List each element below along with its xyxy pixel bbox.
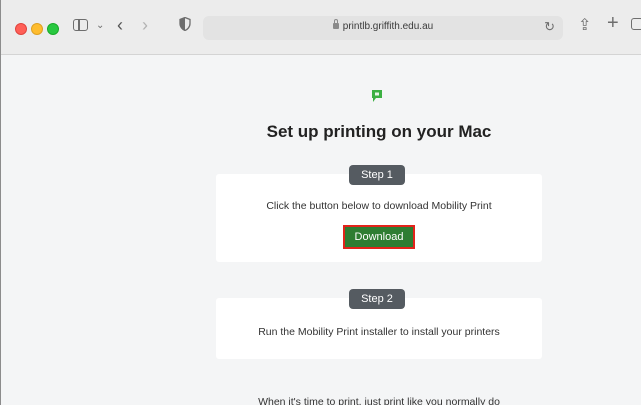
step1-text: Click the button below to download Mobil… (266, 200, 492, 212)
sidebar-toggle-icon[interactable] (73, 19, 88, 31)
page-title: Set up printing on your Mac (266, 122, 492, 141)
zoom-window-button[interactable] (47, 23, 59, 35)
close-window-button[interactable] (15, 23, 27, 35)
download-button[interactable]: Download (343, 225, 415, 249)
privacy-shield-icon[interactable] (179, 17, 191, 31)
address-bar[interactable]: printlb.griffith.edu.au ↻ (203, 16, 563, 40)
address-text-container: printlb.griffith.edu.au (203, 19, 563, 32)
step2-badge: Step 2 (349, 289, 405, 309)
forward-button[interactable]: › (142, 15, 148, 35)
chevron-down-icon[interactable]: ⌄ (96, 16, 104, 36)
tab-overview-icon[interactable] (631, 18, 641, 30)
step1-badge: Step 1 (349, 165, 405, 185)
mobility-print-logo (372, 90, 382, 102)
back-button[interactable]: ‹ (117, 15, 123, 35)
step2-text: Run the Mobility Print installer to inst… (258, 326, 500, 338)
reload-icon[interactable]: ↻ (544, 19, 555, 35)
browser-toolbar: ⌄ ‹ › printlb.griffith.edu.au ↻ ⇪ + (1, 0, 641, 55)
new-tab-button[interactable]: + (607, 13, 619, 33)
page-content: Set up printing on your Mac Click the bu… (1, 55, 641, 405)
browser-window: ⌄ ‹ › printlb.griffith.edu.au ↻ ⇪ + Set … (0, 0, 641, 405)
url-text: printlb.griffith.edu.au (342, 21, 434, 32)
minimize-window-button[interactable] (31, 23, 43, 35)
footer-text: When it's time to print, just print like… (258, 396, 500, 405)
lock-icon (332, 19, 339, 29)
share-icon[interactable]: ⇪ (578, 16, 591, 36)
